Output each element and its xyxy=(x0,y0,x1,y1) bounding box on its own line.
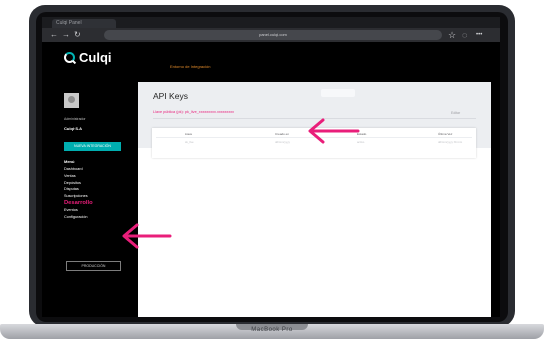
table-header-llave: Llave xyxy=(185,132,193,136)
menu-title: Menú xyxy=(64,159,75,164)
profile-icon[interactable]: ◌ xyxy=(462,29,467,41)
culqi-logo-icon xyxy=(64,52,75,63)
culqi-app: Culqi Entorno de Integración Administrad… xyxy=(42,42,500,317)
browser-tab[interactable]: Culqi Panel xyxy=(52,19,116,28)
sidebar-item-depositos[interactable]: Depósitos xyxy=(64,180,93,187)
new-integration-button[interactable]: NUEVA INTEGRACIÓN xyxy=(64,142,121,151)
sidebar: Administrador Culqi·S.A NUEVA INTEGRACIÓ… xyxy=(42,82,138,317)
sidebar-item-configuracion[interactable]: Configuración xyxy=(64,214,93,221)
sidebar-item-dashboard[interactable]: Dashboard xyxy=(64,166,93,173)
table-header-ultima: Última Vez xyxy=(438,132,453,136)
sidebar-menu: Dashboard Ventas Depósitos Disputas Susc… xyxy=(64,166,93,221)
table-header-creado: Creado en xyxy=(275,132,290,136)
table-cell: dd/mm/yyyy xyxy=(275,140,290,144)
sidebar-item-suscripciones[interactable]: Suscripciones xyxy=(64,193,93,200)
edit-link[interactable]: Editar xyxy=(451,111,460,115)
sidebar-item-desarrollo[interactable]: Desarrollo xyxy=(64,200,93,208)
laptop-model-label: MacBook Pro xyxy=(251,327,293,333)
table-cell: sk_live xyxy=(185,140,194,144)
sidebar-item-ventas[interactable]: Ventas xyxy=(64,173,93,180)
user-name: Culqi·S.A xyxy=(64,126,82,131)
public-key-arrow-icon xyxy=(308,118,360,144)
sidebar-item-disputas[interactable]: Disputas xyxy=(64,186,93,193)
header-chip[interactable] xyxy=(321,89,355,97)
public-key-text: Llave pública (pk): pk_live_xxxxxxxxx.xx… xyxy=(153,110,235,114)
reload-icon[interactable]: ↻ xyxy=(74,30,81,40)
logo-text: Culqi xyxy=(79,50,112,65)
environment-label: Entorno de Integración xyxy=(170,64,211,69)
avatar[interactable] xyxy=(64,93,79,108)
browser-menu-icon[interactable]: ••• xyxy=(476,29,482,41)
back-icon[interactable]: ← xyxy=(50,30,58,40)
bookmark-star-icon[interactable]: ☆ xyxy=(448,29,456,41)
production-mode-button[interactable]: PRODUCCIÓN xyxy=(66,261,121,271)
culqi-logo[interactable]: Culqi xyxy=(64,50,112,65)
forward-icon[interactable]: → xyxy=(62,30,70,40)
table-cell: dd/mm/yyyy hh:mm xyxy=(438,140,463,144)
user-role: Administrador xyxy=(64,117,86,121)
browser-tabbar: Culqi Panel xyxy=(42,17,500,28)
desarrollo-arrow-icon xyxy=(122,223,172,249)
sidebar-item-eventos[interactable]: Eventos xyxy=(64,207,93,214)
page-title: API Keys xyxy=(153,91,188,101)
address-bar[interactable]: panel.culqi.com xyxy=(104,30,442,40)
browser-toolbar: ← → ↻ panel.culqi.com ☆ ◌ ••• xyxy=(42,28,500,42)
laptop-screen: Culqi Panel ← → ↻ panel.culqi.com ☆ ◌ ••… xyxy=(42,17,500,317)
